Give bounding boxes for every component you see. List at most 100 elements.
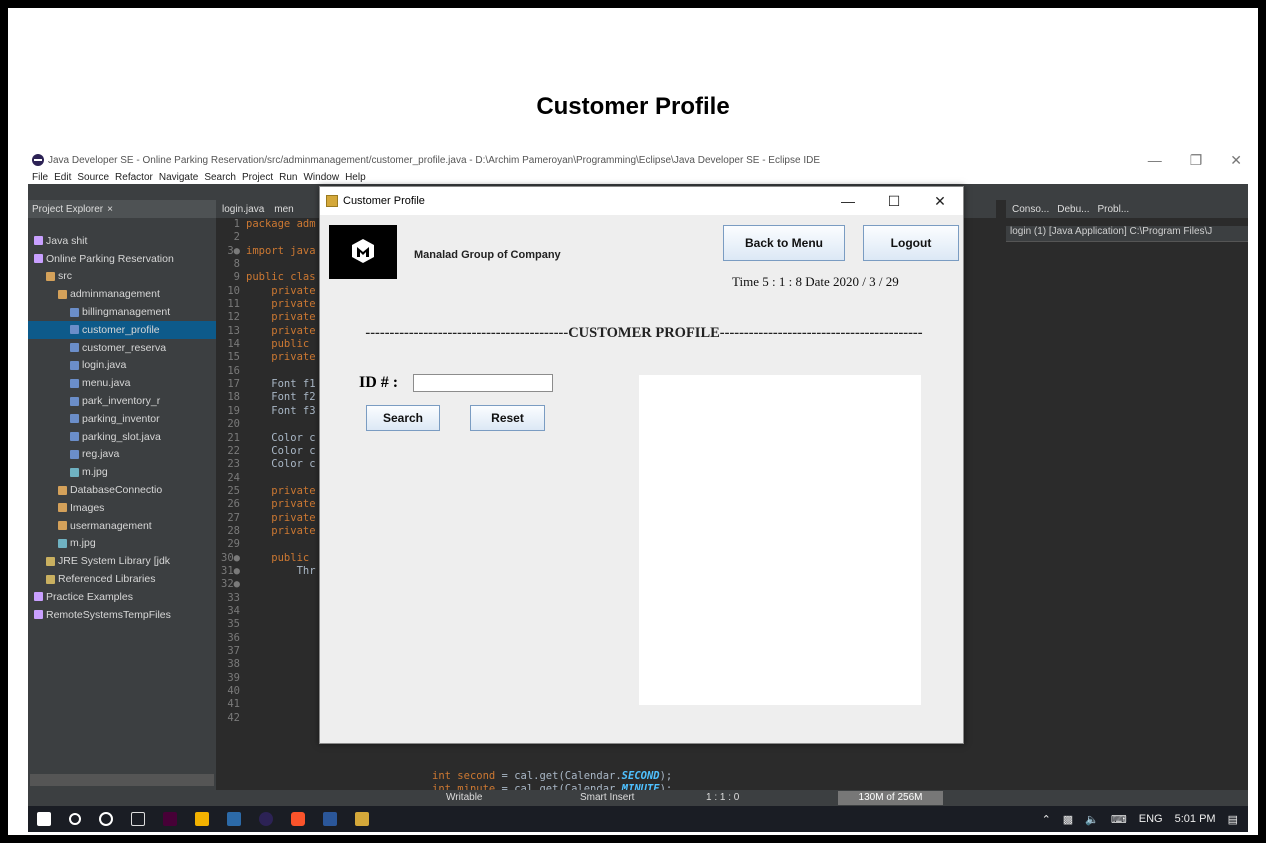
eclipse-taskbar-icon[interactable]: [259, 812, 273, 826]
reset-button[interactable]: Reset: [470, 405, 545, 431]
explorer-scrollbar[interactable]: [30, 774, 214, 786]
menu-search[interactable]: Search: [204, 172, 236, 183]
maximize-icon[interactable]: ☐: [871, 187, 917, 215]
customer-profile-dialog: Customer Profile — ☐ ✕ Manalad Group of …: [319, 186, 964, 744]
tab-debug[interactable]: Debu...: [1057, 204, 1089, 215]
tree-item[interactable]: park_inventory_r: [28, 392, 216, 410]
file-explorer-icon[interactable]: [195, 812, 209, 826]
windows-start-icon[interactable]: [37, 812, 51, 826]
code-text: private: [246, 484, 316, 497]
adobe-xd-icon[interactable]: [163, 812, 177, 826]
code-text: Font f2: [246, 391, 316, 404]
explorer-title[interactable]: Project Explorer: [32, 204, 103, 215]
menu-help[interactable]: Help: [345, 172, 366, 183]
line-number: 20: [227, 418, 240, 431]
tree-item[interactable]: parking_slot.java: [28, 428, 216, 446]
brave-browser-icon[interactable]: [291, 812, 305, 826]
menu-run[interactable]: Run: [279, 172, 297, 183]
tree-node-icon: [34, 592, 43, 602]
close-icon[interactable]: ✕: [917, 187, 963, 215]
tree-item[interactable]: customer_reserva: [28, 339, 216, 357]
tree-item[interactable]: Images: [28, 499, 216, 517]
network-icon[interactable]: ▩: [1063, 813, 1073, 826]
app-icon[interactable]: [227, 812, 241, 826]
heap-status[interactable]: 130M of 256M: [838, 791, 943, 805]
tab-problems[interactable]: Probl...: [1098, 204, 1130, 215]
chevron-up-icon[interactable]: ⌃: [1042, 813, 1051, 826]
tab-console[interactable]: Conso...: [1012, 204, 1049, 215]
cortana-icon[interactable]: [99, 812, 113, 826]
tree-item[interactable]: reg.java: [28, 446, 216, 464]
project-tree: Java shit Online Parking Reservation src ad…: [28, 232, 216, 624]
tree-item[interactable]: src: [28, 268, 216, 286]
tree-item-label: src: [58, 270, 72, 283]
close-icon[interactable]: ✕: [1230, 152, 1242, 169]
id-input[interactable]: [413, 374, 553, 392]
back-to-menu-button[interactable]: Back to Menu: [723, 225, 845, 261]
close-icon[interactable]: ×: [107, 204, 113, 215]
tree-item[interactable]: billingmanagement: [28, 303, 216, 321]
tree-item[interactable]: login.java: [28, 357, 216, 375]
volume-icon[interactable]: 🔈: [1085, 813, 1099, 826]
tree-item[interactable]: DatabaseConnectio: [28, 481, 216, 499]
task-view-icon[interactable]: [131, 812, 145, 826]
logout-button[interactable]: Logout: [863, 225, 959, 261]
tree-item[interactable]: m.jpg: [28, 463, 216, 481]
tree-item-label: usermanagement: [70, 519, 152, 532]
code-text: import java: [246, 244, 316, 257]
code-text: private: [246, 511, 316, 524]
tree-item[interactable]: Practice Examples: [28, 588, 216, 606]
project-explorer: Project Explorer × Java shit Online Parki…: [28, 200, 216, 790]
restore-icon[interactable]: ❐: [1190, 152, 1203, 169]
menu-navigate[interactable]: Navigate: [159, 172, 198, 183]
word-icon[interactable]: [323, 812, 337, 826]
tree-item-label: m.jpg: [70, 537, 96, 550]
tree-item[interactable]: parking_inventor: [28, 410, 216, 428]
time-date-label: Time 5 : 1 : 8 Date 2020 / 3 / 29: [732, 274, 899, 289]
tree-node-icon: [58, 521, 67, 531]
dialog-title: Customer Profile: [343, 195, 425, 207]
line-number: 37: [227, 645, 240, 657]
company-name: Manalad Group of Company: [414, 249, 561, 261]
menu-refactor[interactable]: Refactor: [115, 172, 153, 183]
menu-file[interactable]: File: [32, 172, 48, 183]
tree-item[interactable]: adminmanagement: [28, 285, 216, 303]
code-text: private: [246, 298, 316, 311]
tree-node-icon: [34, 610, 43, 620]
line-number: 42: [227, 711, 240, 724]
menu-source[interactable]: Source: [77, 172, 109, 183]
tab-login-java[interactable]: login.java: [222, 204, 264, 215]
line-number: 18: [227, 391, 240, 404]
code-text: Color c: [246, 458, 316, 471]
keyboard-icon[interactable]: ⌨: [1111, 813, 1127, 826]
tree-item[interactable]: m.jpg: [28, 535, 216, 553]
tree-item[interactable]: JRE System Library [jdk: [28, 552, 216, 570]
tab-menu-java[interactable]: men: [274, 204, 293, 215]
menu-edit[interactable]: Edit: [54, 172, 71, 183]
tree-item[interactable]: Online Parking Reservation: [28, 250, 216, 268]
tree-node-icon: [46, 556, 55, 566]
menu-window[interactable]: Window: [303, 172, 339, 183]
notification-icon[interactable]: ▤: [1228, 813, 1238, 826]
tree-item[interactable]: usermanagement: [28, 517, 216, 535]
tree-node-icon: [46, 271, 55, 281]
tree-item[interactable]: RemoteSystemsTempFiles: [28, 606, 216, 624]
tree-item[interactable]: customer_profile: [28, 320, 216, 339]
search-button[interactable]: Search: [366, 405, 440, 431]
line-number: 41: [227, 698, 240, 711]
ide-statusbar: Writable Smart Insert 1 : 1 : 0 130M of …: [28, 790, 1248, 806]
minimize-icon[interactable]: —: [825, 187, 871, 215]
tree-item[interactable]: Referenced Libraries: [28, 570, 216, 588]
tray-language[interactable]: ENG: [1139, 813, 1163, 825]
tree-item[interactable]: Java shit: [28, 232, 216, 250]
tree-node-icon: [34, 236, 43, 246]
tray-clock[interactable]: 5:01 PM: [1175, 813, 1216, 825]
menu-project[interactable]: Project: [242, 172, 273, 183]
tree-node-icon: [70, 414, 79, 424]
line-number: 17: [227, 378, 240, 391]
java-app-icon[interactable]: [355, 812, 369, 826]
tree-node-icon: [58, 289, 67, 299]
minimize-icon[interactable]: —: [1148, 152, 1162, 168]
search-icon[interactable]: [69, 813, 81, 825]
tree-item[interactable]: menu.java: [28, 374, 216, 392]
